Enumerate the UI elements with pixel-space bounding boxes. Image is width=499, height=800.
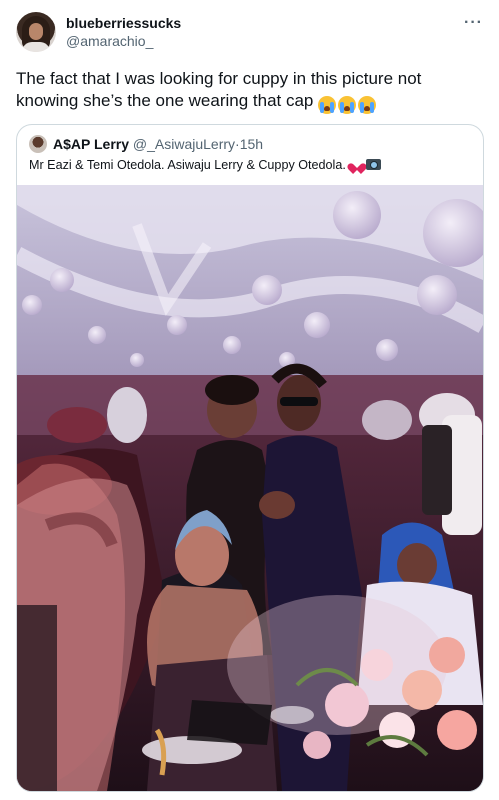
tweet: blueberriessucks @amarachio_ ··· The fac… — [0, 0, 499, 800]
loudly-crying-face-emoji — [358, 95, 377, 114]
author-handle[interactable]: @amarachio_ — [66, 33, 153, 49]
camera-with-flash-emoji — [366, 159, 382, 170]
loudly-crying-face-emoji — [338, 95, 357, 114]
event-photo[interactable] — [17, 185, 483, 791]
quoted-author-name: A$AP Lerry — [53, 136, 130, 152]
quoted-tweet-meta: A$AP Lerry @_AsiwajuLerry·15h — [53, 136, 263, 152]
quoted-tweet-text-line: Mr Eazi & Temi Otedola. Asiwaju Lerry & … — [29, 158, 382, 172]
quoted-tweet-time: 15h — [239, 136, 264, 152]
quoted-tweet[interactable]: A$AP Lerry @_AsiwajuLerry·15h Mr Eazi & … — [16, 124, 484, 792]
quoted-author-avatar — [29, 135, 47, 153]
author-display-name[interactable]: blueberriessucks — [66, 15, 181, 31]
tweet-emojis — [318, 93, 378, 115]
more-options-icon[interactable]: ··· — [464, 14, 483, 32]
loudly-crying-face-emoji — [318, 95, 337, 114]
quoted-tweet-text: Mr Eazi & Temi Otedola. Asiwaju Lerry & … — [29, 158, 346, 172]
author-avatar[interactable] — [16, 12, 56, 52]
red-heart-emoji — [351, 159, 363, 170]
tweet-body: The fact that I was looking for cuppy in… — [16, 68, 484, 115]
quoted-author-handle: @_AsiwajuLerry — [132, 136, 236, 152]
